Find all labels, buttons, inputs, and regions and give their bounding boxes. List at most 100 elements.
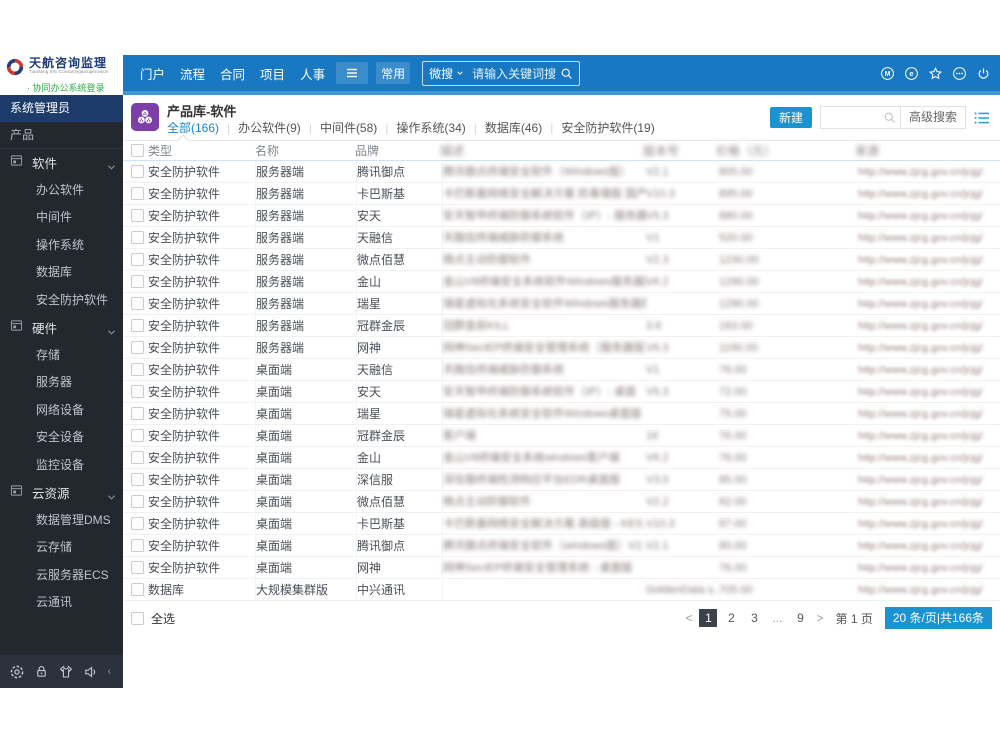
sidebar-item[interactable]: 安全防护软件 [0, 287, 123, 315]
list-view-icon[interactable] [974, 111, 990, 125]
row-checkbox[interactable] [131, 253, 144, 266]
table-row[interactable]: 安全防护软件 服务器端 腾讯御点 腾讯御点终端安全软件（Windows版） V2.1 80… [123, 161, 1000, 183]
sidebar-item[interactable]: 数据库 [0, 259, 123, 287]
row-checkbox[interactable] [131, 539, 144, 552]
sidebar-group[interactable]: 云资源 [0, 479, 123, 507]
global-search[interactable]: 微搜 请输入关键词搜 [422, 60, 581, 86]
select-all-checkbox[interactable] [131, 612, 144, 625]
page-button[interactable]: 1 [699, 609, 718, 627]
new-button[interactable]: 新建 [769, 107, 812, 128]
table-row[interactable]: 安全防护软件 服务器端 网神 网神SecIEP终端安全管理系统（服务器版） V6.3 11… [123, 337, 1000, 359]
volume-icon[interactable] [83, 664, 99, 680]
row-checkbox[interactable] [131, 429, 144, 442]
power-icon[interactable] [976, 66, 991, 81]
row-checkbox[interactable] [131, 341, 144, 354]
row-checkbox[interactable] [131, 165, 144, 178]
table-row[interactable]: 安全防护软件 服务器端 天融信 天融信终端威胁防御系统 V1 520.00 http://w… [123, 227, 1000, 249]
row-checkbox[interactable] [131, 275, 144, 288]
sidebar-item[interactable]: 办公软件 [0, 177, 123, 205]
row-checkbox[interactable] [131, 561, 144, 574]
table-row[interactable]: 安全防护软件 桌面端 腾讯御点 腾讯御点终端安全软件（windows版）V2.1 V2.… [123, 535, 1000, 557]
row-checkbox[interactable] [131, 297, 144, 310]
sidebar-item[interactable]: 网络设备 [0, 397, 123, 425]
more-circle-icon[interactable] [952, 66, 967, 81]
sidebar-item[interactable]: 数据管理DMS [0, 507, 123, 535]
category-tab[interactable]: 安全防护软件(19) [561, 119, 654, 136]
table-row[interactable]: 安全防护软件 桌面端 网神 网神SecIEP终端安全管理系统 - 桌面版 76.00 ht… [123, 557, 1000, 579]
filter-search-input[interactable] [821, 107, 883, 128]
table-row[interactable]: 安全防护软件 服务器端 卡巴斯基 卡巴斯基网络安全解决方案 防毒墙版 国产... V10… [123, 183, 1000, 205]
search-icon[interactable] [560, 67, 573, 80]
nav-item[interactable]: 流程 [177, 61, 208, 86]
table-row[interactable]: 安全防护软件 服务器端 冠群金辰 冠群金辰KILL 3.6 163.00 http://ww… [123, 315, 1000, 337]
sidebar-item[interactable]: 监控设备 [0, 452, 123, 480]
page-button[interactable]: 3 [745, 609, 763, 627]
category-tab[interactable]: 中间件(58) [320, 119, 377, 136]
sidebar-item[interactable]: 存储 [0, 342, 123, 370]
sidebar-item[interactable]: 安全设备 [0, 424, 123, 452]
row-checkbox[interactable] [131, 451, 144, 464]
nav-item[interactable]: 门户 [137, 61, 168, 86]
select-all[interactable]: 全选 [131, 610, 175, 627]
table-row[interactable]: 安全防护软件 桌面端 微点佰慧 微点主动防御软件 V2.2 82.00 http://www… [123, 491, 1000, 513]
table-row[interactable]: 安全防护软件 桌面端 冠群金辰 客户端 16 76.00 http://www.zjcg.g… [123, 425, 1000, 447]
sidebar-item[interactable]: 云通讯 [0, 589, 123, 617]
page-button[interactable]: 2 [722, 609, 740, 627]
category-tab[interactable]: 操作系统(34) [396, 119, 465, 136]
category-tab[interactable]: 数据库(46) [485, 119, 542, 136]
page-button[interactable]: 9 [791, 609, 809, 627]
m-circle-icon[interactable]: M [880, 66, 895, 81]
category-tab[interactable]: 办公软件(9) [238, 119, 301, 136]
sidebar-item[interactable]: 云存储 [0, 534, 123, 562]
advanced-search-button[interactable]: 高级搜索 [899, 107, 965, 128]
theme-icon[interactable] [58, 664, 74, 680]
table-row[interactable]: 安全防护软件 服务器端 金山 金山V8终端安全系统软件Windows服务器版 V6.2 1… [123, 271, 1000, 293]
table-row[interactable]: 安全防护软件 服务器端 安天 安天智甲终端防御系统软件（IP）- 服务器 V5.3 880… [123, 205, 1000, 227]
sidebar-item[interactable]: 云服务器ECS [0, 562, 123, 590]
search-icon[interactable] [883, 111, 900, 124]
pinned-tab-common[interactable]: 常用 [376, 62, 411, 84]
row-checkbox[interactable] [131, 231, 144, 244]
row-checkbox[interactable] [131, 473, 144, 486]
per-page-badge[interactable]: 20 条/页|共166条 [884, 607, 992, 629]
category-tab[interactable]: 全部(166) [167, 119, 219, 136]
row-checkbox[interactable] [131, 209, 144, 222]
row-checkbox[interactable] [131, 495, 144, 508]
table-row[interactable]: 安全防护软件 桌面端 安天 安天智甲终端防御系统软件（IP）- 桌面 V5.3 72.00… [123, 381, 1000, 403]
table-row[interactable]: 安全防护软件 桌面端 卡巴斯基 卡巴斯基网络安全解决方案 高级版 - KES... V1… [123, 513, 1000, 535]
sidebar-item[interactable]: 操作系统 [0, 232, 123, 260]
table-row[interactable]: 安全防护软件 桌面端 瑞星 瑞星虚拟化系统安全软件Windows桌面版 75.00 htt… [123, 403, 1000, 425]
oa-login-link[interactable]: · 协同办公系统登录 [27, 81, 105, 94]
search-scope-selector[interactable]: 微搜 [429, 65, 453, 82]
gear-icon[interactable] [9, 664, 25, 680]
row-checkbox[interactable] [131, 407, 144, 420]
nav-item[interactable]: 项目 [257, 61, 288, 86]
table-row[interactable]: 安全防护软件 服务器端 瑞星 瑞星虚拟化系统安全软件Windows服务器版 1290.0… [123, 293, 1000, 315]
table-row[interactable]: 安全防护软件 桌面端 深信服 深信服终端检测响应平台EDR桌面版 V3.0 85.00 ht… [123, 469, 1000, 491]
table-row[interactable]: 安全防护软件 桌面端 天融信 天融信终端威胁防御系统 V1 76.00 http://www… [123, 359, 1000, 381]
header-checkbox[interactable] [131, 144, 144, 157]
sidebar-item[interactable]: 服务器 [0, 369, 123, 397]
collapse-icon[interactable]: ‹ [108, 666, 111, 677]
row-checkbox[interactable] [131, 187, 144, 200]
message-circle-icon[interactable]: e [904, 66, 919, 81]
sidebar-item[interactable]: 中间件 [0, 204, 123, 232]
row-checkbox[interactable] [131, 319, 144, 332]
row-checkbox[interactable] [131, 517, 144, 530]
search-input[interactable]: 请输入关键词搜 [472, 65, 556, 82]
row-checkbox[interactable] [131, 583, 144, 596]
next-page-button[interactable]: > [814, 611, 825, 625]
sidebar-group[interactable]: 硬件 [0, 314, 123, 342]
lock-icon[interactable] [34, 664, 49, 679]
sidebar-section-product[interactable]: 产品 [0, 122, 123, 149]
prev-page-button[interactable]: < [683, 611, 694, 625]
table-row[interactable]: 安全防护软件 服务器端 微点佰慧 微点主动防御软件 V2.3 1230.00 http://… [123, 249, 1000, 271]
row-checkbox[interactable] [131, 363, 144, 376]
nav-menu-button[interactable] [336, 62, 369, 84]
table-row[interactable]: 数据库 大规模集群版 中兴通讯 GoldenData s... 705.00 http:/… [123, 579, 1000, 601]
nav-item[interactable]: 合同 [217, 61, 248, 86]
sidebar-group[interactable]: 软件 [0, 149, 123, 177]
nav-item[interactable]: 人事 [297, 61, 328, 86]
row-checkbox[interactable] [131, 385, 144, 398]
star-icon[interactable] [928, 66, 943, 81]
